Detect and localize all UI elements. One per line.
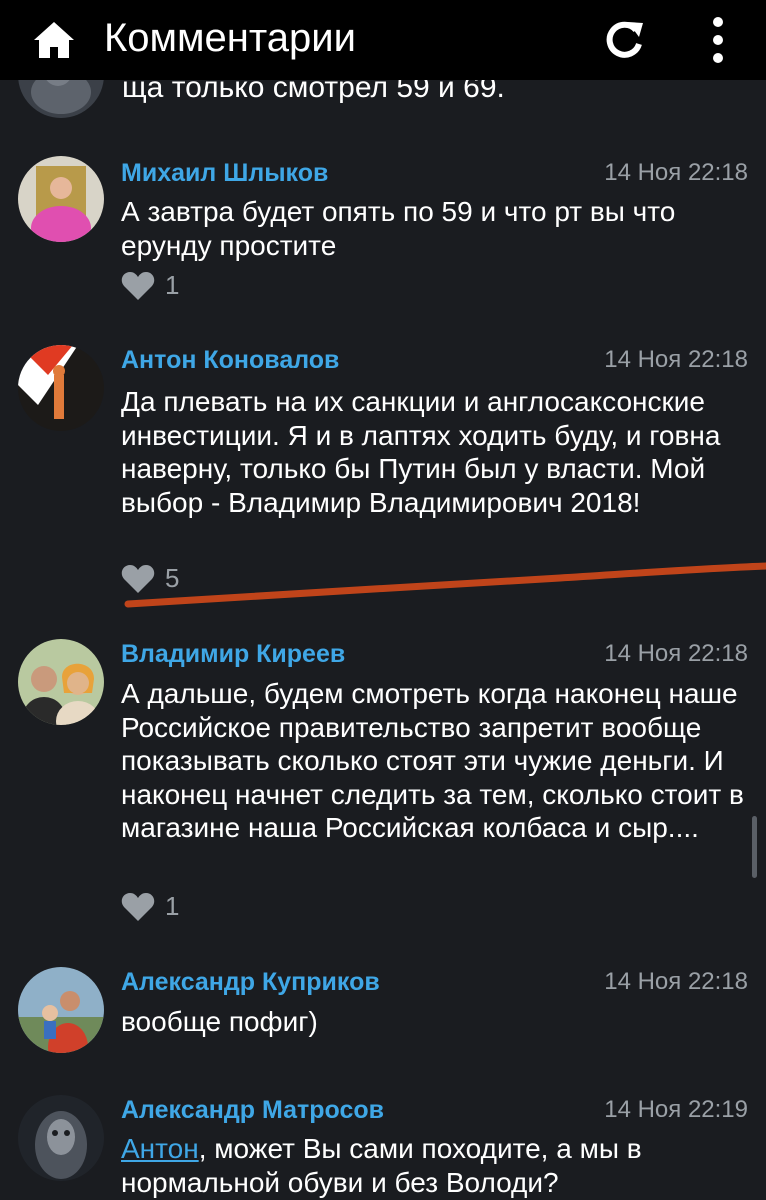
reply-mention-link[interactable]: Антон bbox=[121, 1133, 199, 1164]
comment-author[interactable]: Александр Матросов bbox=[121, 1095, 384, 1125]
comment-author[interactable]: Антон Коновалов bbox=[121, 345, 339, 375]
comment-time: 14 Ноя 22:19 bbox=[604, 1096, 748, 1123]
comment-time: 14 Ноя 22:18 bbox=[604, 159, 748, 186]
comment-text: А завтра будет опять по 59 и что рт вы ч… bbox=[121, 196, 676, 261]
avatar[interactable] bbox=[18, 156, 104, 242]
avatar[interactable] bbox=[18, 1095, 104, 1181]
scrollbar[interactable] bbox=[752, 816, 757, 878]
more-vert-icon[interactable] bbox=[698, 14, 738, 66]
comment-text-body: , может Вы сами походите, а мы в нормаль… bbox=[121, 1133, 642, 1198]
comment-time: 14 Ноя 22:18 bbox=[604, 968, 748, 995]
heart-icon bbox=[121, 565, 155, 593]
refresh-icon[interactable] bbox=[602, 18, 646, 62]
comments-feed[interactable]: ща только смотрел 59 и 69. Михаил Шлыков… bbox=[0, 0, 766, 1200]
like-count: 1 bbox=[165, 270, 180, 300]
comment-time: 14 Ноя 22:18 bbox=[604, 346, 748, 373]
home-icon[interactable] bbox=[32, 20, 76, 60]
comment-text: Антон, может Вы сами походите, а мы в но… bbox=[121, 1132, 751, 1199]
top-app-bar: Комментарии bbox=[0, 0, 766, 80]
heart-icon bbox=[121, 893, 155, 921]
like-count: 5 bbox=[165, 563, 180, 593]
avatar[interactable] bbox=[18, 967, 104, 1053]
comment-author[interactable]: Владимир Киреев bbox=[121, 639, 345, 669]
comment-text: вообще пофиг) bbox=[121, 1006, 318, 1037]
comment-author[interactable]: Александр Куприков bbox=[121, 967, 380, 997]
page-title: Комментарии bbox=[104, 16, 356, 60]
comment-author[interactable]: Михаил Шлыков bbox=[121, 158, 328, 188]
comment-text: А дальше, будем смотреть когда наконец н… bbox=[121, 678, 744, 843]
comment-time: 14 Ноя 22:18 bbox=[604, 640, 748, 667]
avatar[interactable] bbox=[18, 639, 104, 725]
heart-icon bbox=[121, 272, 155, 300]
comment-text: Да плевать на их санкции и англосаксонск… bbox=[121, 386, 721, 518]
avatar[interactable] bbox=[18, 345, 104, 431]
like-count: 1 bbox=[165, 891, 180, 921]
